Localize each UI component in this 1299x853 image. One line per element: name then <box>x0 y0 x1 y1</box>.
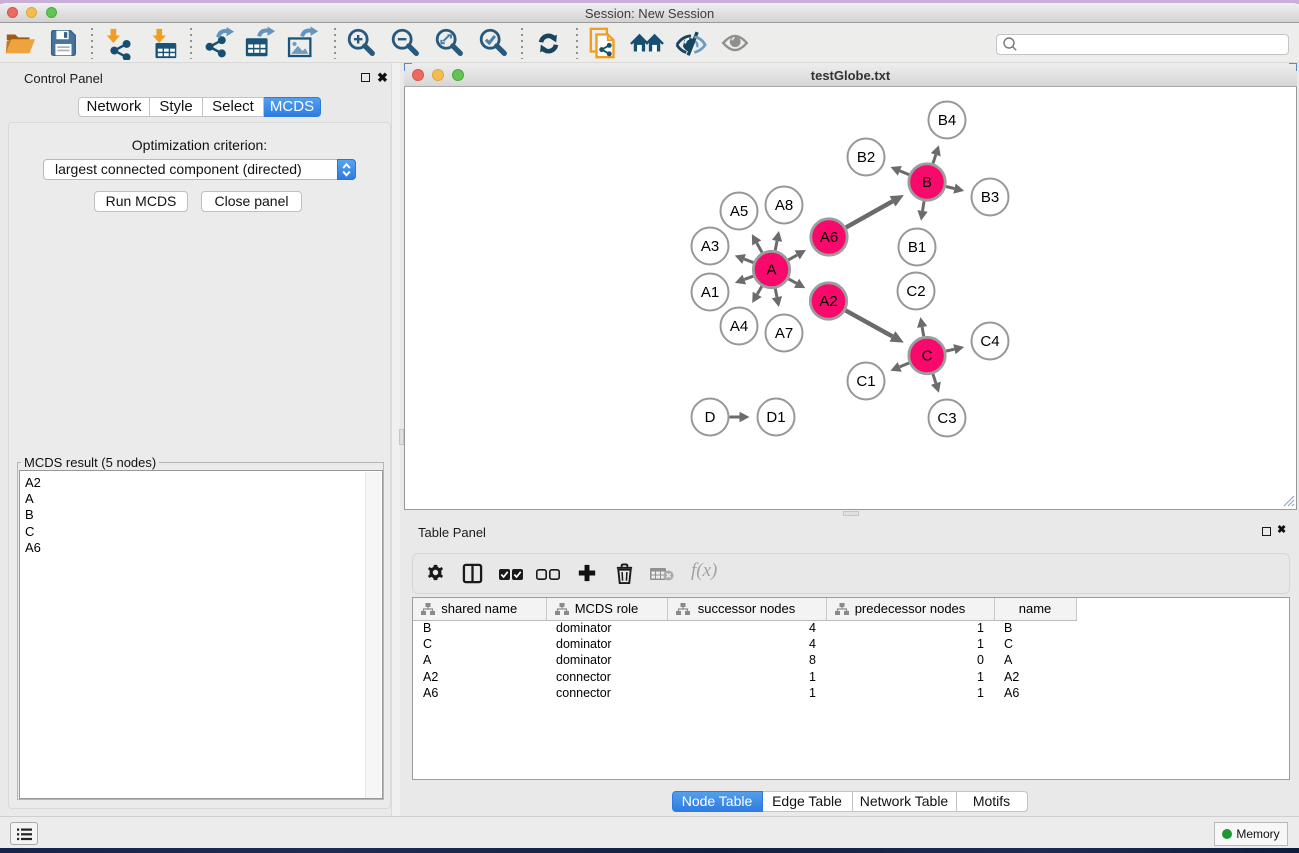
svg-text:B4: B4 <box>938 112 956 129</box>
svg-text:A7: A7 <box>775 325 793 342</box>
svg-text:A5: A5 <box>730 203 748 220</box>
svg-text:C: C <box>922 348 933 365</box>
svg-text:A6: A6 <box>820 229 838 246</box>
svg-text:C2: C2 <box>906 283 925 300</box>
svg-text:A3: A3 <box>701 238 719 255</box>
svg-text:B: B <box>922 174 932 191</box>
svg-text:D1: D1 <box>766 409 785 426</box>
svg-text:A4: A4 <box>730 318 748 335</box>
svg-text:C4: C4 <box>980 333 999 350</box>
svg-text:C1: C1 <box>856 373 875 390</box>
svg-text:B1: B1 <box>908 239 926 256</box>
svg-text:A: A <box>766 262 776 279</box>
svg-text:B3: B3 <box>981 189 999 206</box>
svg-text:A1: A1 <box>701 284 719 301</box>
svg-text:C3: C3 <box>937 410 956 427</box>
svg-text:D: D <box>705 409 716 426</box>
svg-text:B2: B2 <box>857 149 875 166</box>
svg-text:A2: A2 <box>819 293 837 310</box>
svg-text:A8: A8 <box>775 197 793 214</box>
